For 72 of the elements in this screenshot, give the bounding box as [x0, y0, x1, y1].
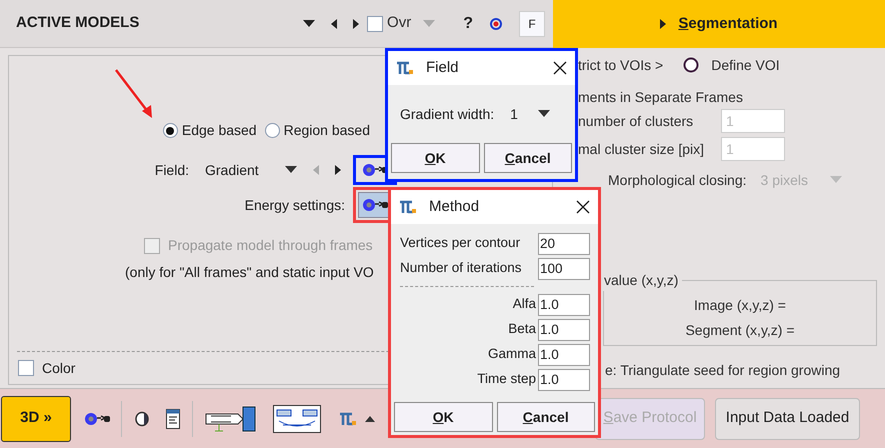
left-arrow-icon — [313, 165, 319, 175]
option-label: mal cluster size [pix] — [578, 140, 706, 159]
field-label: Gradient width: — [400, 104, 494, 124]
input-field[interactable]: 1.0 — [538, 344, 590, 366]
dialog-button[interactable]: OK — [391, 143, 480, 173]
restrict-label: trict to VOIs > — [578, 56, 664, 74]
diagram-icon[interactable] — [273, 404, 321, 432]
note-text: (only for "All frames" and static input VO — [125, 263, 374, 282]
dropdown-arrow-icon — [830, 176, 842, 184]
checkbox-label: Ovr — [387, 13, 412, 34]
checkbox[interactable] — [18, 360, 34, 376]
f-button[interactable]: F — [519, 10, 545, 36]
input-data-button[interactable]: Input Data Loaded — [715, 398, 860, 440]
annotation-arrow — [114, 68, 154, 120]
circle-icon[interactable] — [683, 57, 700, 73]
segmentation-tab[interactable]: Segmentation — [553, 0, 885, 48]
energy-label: Energy settings: — [244, 196, 345, 215]
target-icon[interactable] — [489, 16, 503, 30]
param-label: Alfa — [512, 295, 537, 314]
dialog-button[interactable]: OK — [394, 402, 492, 432]
exit-door-icon[interactable] — [205, 406, 257, 432]
radio-label: Edge based — [182, 121, 257, 140]
param-label: Vertices per contour — [400, 234, 522, 252]
option-label: ments in Separate Frames — [578, 89, 743, 105]
help-button[interactable]: ? — [463, 12, 473, 36]
panel-title: ACTIVE MODELS — [16, 13, 140, 34]
dropdown-arrow-icon — [423, 20, 436, 28]
readout-label: Image (x,y,z) = — [694, 296, 786, 315]
dialog-title: Field — [426, 58, 460, 78]
right-arrow-icon[interactable] — [353, 18, 360, 28]
input-field[interactable]: 20 — [538, 232, 590, 254]
right-arrow-icon — [660, 19, 666, 29]
dialog-button[interactable]: Cancel — [484, 143, 572, 173]
option-label: Morphological closing: — [608, 170, 747, 190]
checkbox-label: Propagate model through frames — [168, 236, 373, 255]
dropdown-value: 3 pixels — [760, 170, 808, 190]
field-dropdown-value[interactable]: Gradient — [205, 160, 285, 180]
close-icon[interactable] — [553, 61, 567, 75]
field-label: Field: — [154, 160, 189, 180]
param-label: Number of iterations — [400, 259, 523, 278]
input-field[interactable]: 1.0 — [538, 318, 590, 340]
document-icon[interactable] — [166, 408, 180, 428]
triangle-icon[interactable] — [365, 416, 375, 422]
app-icon — [399, 200, 417, 214]
dropdown-value[interactable]: 1 — [510, 104, 538, 124]
radio-button[interactable] — [264, 123, 280, 138]
app-icon — [339, 412, 357, 426]
close-icon[interactable] — [576, 200, 590, 214]
dropdown-arrow-icon[interactable] — [303, 20, 316, 28]
param-label: Time step — [476, 370, 537, 388]
option-label: number of clusters — [578, 112, 694, 130]
define-voi-label[interactable]: Define VOI — [711, 54, 780, 76]
radio-label: Region based — [284, 121, 370, 140]
app-icon — [396, 61, 414, 75]
dialog-title: Method — [429, 196, 480, 217]
capsule-icon[interactable] — [134, 410, 150, 426]
param-label: Gamma — [486, 345, 537, 364]
checkbox[interactable] — [367, 16, 384, 32]
dialog-button[interactable]: Cancel — [496, 402, 595, 432]
input-field[interactable]: 100 — [538, 258, 590, 280]
dropdown-arrow-icon[interactable] — [285, 166, 297, 174]
left-arrow-icon[interactable] — [331, 18, 338, 28]
radio-button[interactable] — [162, 123, 178, 138]
input-field[interactable]: 1.0 — [538, 368, 590, 390]
right-arrow-icon[interactable] — [335, 165, 341, 175]
param-label: Beta — [507, 320, 537, 338]
input-field[interactable]: 1.0 — [538, 294, 590, 316]
plug-gear-icon — [361, 196, 389, 214]
3d-button[interactable]: 3D » — [1, 396, 71, 442]
dropdown-arrow-icon[interactable] — [538, 110, 550, 118]
checkbox-label: Color — [42, 358, 76, 378]
readout-label: Segment (x,y,z) = — [685, 321, 795, 340]
